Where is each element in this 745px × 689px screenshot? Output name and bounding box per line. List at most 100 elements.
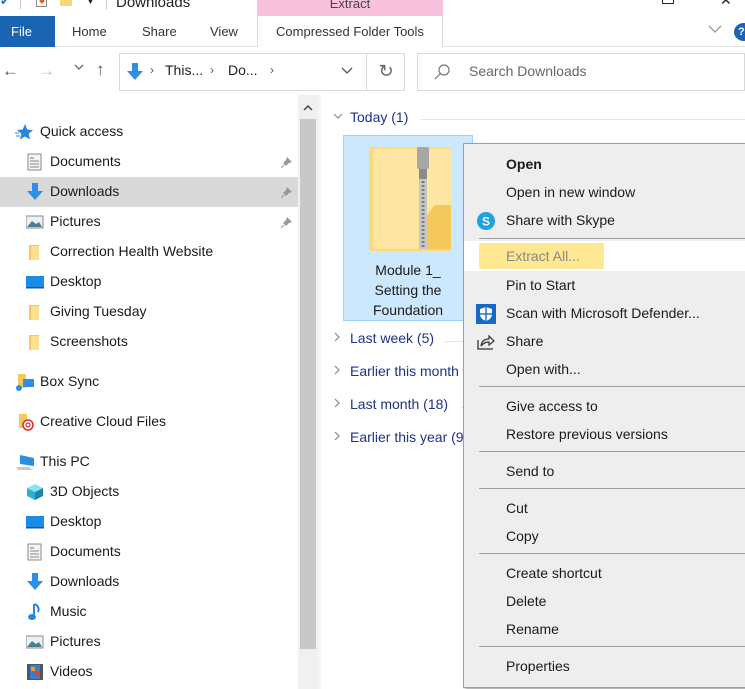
sidebar-item-downloads[interactable]: Downloads [0,177,298,207]
maximize-button[interactable] [662,0,674,4]
folder-icon [26,243,44,261]
menu-item-label: Open [506,156,542,172]
sidebar-item-label: This PC [40,453,90,469]
tab-file[interactable]: File [0,16,55,47]
sidebar-item-label: Screenshots [50,333,128,349]
selected-file-tile[interactable]: Module 1_ Setting the Foundation [343,135,473,321]
address-bar[interactable]: › This... › Do... › ↻ [119,53,405,91]
sidebar-item-screenshots[interactable]: Screenshots [0,327,298,357]
sidebar-item-this-pc[interactable]: This PC [0,447,298,477]
recent-locations-chevron-icon[interactable] [74,63,84,74]
sidebar-item-label: Pictures [50,213,101,229]
downloads-icon [26,573,44,591]
sidebar-item-label: Creative Cloud Files [40,413,167,429]
sidebar-item-3d-objects[interactable]: 3D Objects [0,477,298,507]
pin-icon[interactable] [280,155,293,169]
menu-item-pin-to-start[interactable]: Pin to Start [464,272,745,298]
menu-item-open-in-new-window[interactable]: Open in new window [464,179,745,205]
skype-icon: S [476,211,496,231]
sidebar-item-videos[interactable]: Videos [0,657,298,687]
menu-item-open-with[interactable]: Open with... [464,356,745,382]
documents-icon [26,543,44,561]
context-menu: Open Open in new window S Share with Sky… [463,143,745,688]
pin-icon[interactable] [280,185,293,199]
menu-item-label: Share [506,333,544,349]
up-arrow-icon[interactable]: ↑ [96,60,105,80]
sidebar-item-label: Music [50,603,87,619]
sidebar-item-music[interactable]: Music [0,597,298,627]
toolbar-separator [20,0,21,9]
search-input[interactable]: Search Downloads [417,53,745,91]
breadcrumb-chevron-icon[interactable]: › [150,63,154,77]
sidebar-item-label: Box Sync [40,373,100,389]
menu-item-share-with-skype[interactable]: S Share with Skype [464,207,745,233]
menu-item-label: Properties [506,658,570,674]
scroll-up-arrow-icon[interactable] [298,95,318,119]
menu-item-share[interactable]: Share [464,328,745,354]
menu-item-create-shortcut[interactable]: Create shortcut [464,560,745,586]
quick-access-toolbar-check-icon[interactable]: ✔ [0,0,14,8]
sidebar-item-pictures-pc[interactable]: Pictures [0,627,298,657]
sidebar-item-correction-health-website[interactable]: Correction Health Website [0,237,298,267]
sidebar-item-documents[interactable]: Documents [0,147,298,177]
file-name-line: Setting the [374,282,442,298]
sidebar-item-label: Desktop [50,513,102,529]
menu-item-label: Open in new window [506,184,636,200]
search-icon [433,63,451,81]
window-title: Downloads [116,0,191,11]
menu-item-delete[interactable]: Delete [464,588,745,614]
breadcrumb-chevron-icon[interactable]: › [210,63,214,77]
menu-item-properties[interactable]: Properties [464,653,745,679]
pin-icon[interactable] [280,215,293,229]
new-folder-icon[interactable] [60,0,72,6]
customize-toolbar-dropdown-icon[interactable]: ▼ [86,0,95,6]
scrollbar-thumb[interactable] [300,119,316,649]
ribbon-tabs: File Home Share View Compressed Folder T… [0,16,745,47]
defender-shield-icon [476,304,496,324]
group-label: Today (1) [350,109,409,125]
address-history-chevron-icon[interactable] [341,63,353,77]
menu-item-label: Create shortcut [506,565,602,581]
sidebar-item-quick-access[interactable]: Quick access [0,117,298,147]
sidebar-item-creative-cloud-files[interactable]: Creative Cloud Files [0,407,298,437]
breadcrumb-chevron-icon[interactable]: › [270,63,274,77]
menu-separator [479,386,745,387]
forward-arrow-icon[interactable]: → [38,61,55,81]
sidebar-item-desktop[interactable]: Desktop [0,267,298,297]
breadcrumb-this-pc[interactable]: This... [165,62,203,78]
sidebar-item-label: Quick access [40,123,124,139]
tab-share[interactable]: Share [142,16,177,47]
properties-icon[interactable] [36,0,47,7]
sidebar-scrollbar[interactable] [298,95,318,689]
menu-item-restore-previous-versions[interactable]: Restore previous versions [464,421,745,447]
folder-icon [26,333,44,351]
sidebar-item-downloads-pc[interactable]: Downloads [0,567,298,597]
this-pc-icon [15,453,34,471]
menu-item-extract-all[interactable]: Extract All... [464,241,745,271]
tab-view[interactable]: View [210,16,238,47]
menu-item-scan-with-defender[interactable]: Scan with Microsoft Defender... [464,300,745,326]
menu-item-copy[interactable]: Copy [464,523,745,549]
menu-item-cut[interactable]: Cut [464,495,745,521]
sidebar-item-box-sync[interactable]: Box Sync [0,367,298,397]
tab-home[interactable]: Home [72,16,107,47]
close-button[interactable]: ✕ [720,0,732,9]
menu-item-rename[interactable]: Rename [464,616,745,642]
sidebar-item-pictures[interactable]: Pictures [0,207,298,237]
chevron-right-icon [333,332,341,345]
breadcrumb-downloads[interactable]: Do... [228,62,258,78]
refresh-icon[interactable]: ↻ [366,53,405,91]
sidebar-item-desktop-pc[interactable]: Desktop [0,507,298,537]
menu-item-label: Pin to Start [506,277,576,293]
tab-compressed-folder-tools[interactable]: Compressed Folder Tools [257,16,443,47]
sidebar-item-giving-tuesday[interactable]: Giving Tuesday [0,297,298,327]
help-icon[interactable]: ? [734,23,745,41]
sidebar-item-label: Correction Health Website [50,243,214,259]
videos-icon [26,663,44,681]
menu-item-send-to[interactable]: Send to [464,458,745,484]
back-arrow-icon[interactable]: ← [2,61,19,81]
menu-item-open[interactable]: Open [464,151,745,177]
sidebar-item-documents-pc[interactable]: Documents [0,537,298,567]
menu-item-give-access-to[interactable]: Give access to [464,393,745,419]
expand-ribbon-chevron-icon[interactable] [708,23,722,37]
